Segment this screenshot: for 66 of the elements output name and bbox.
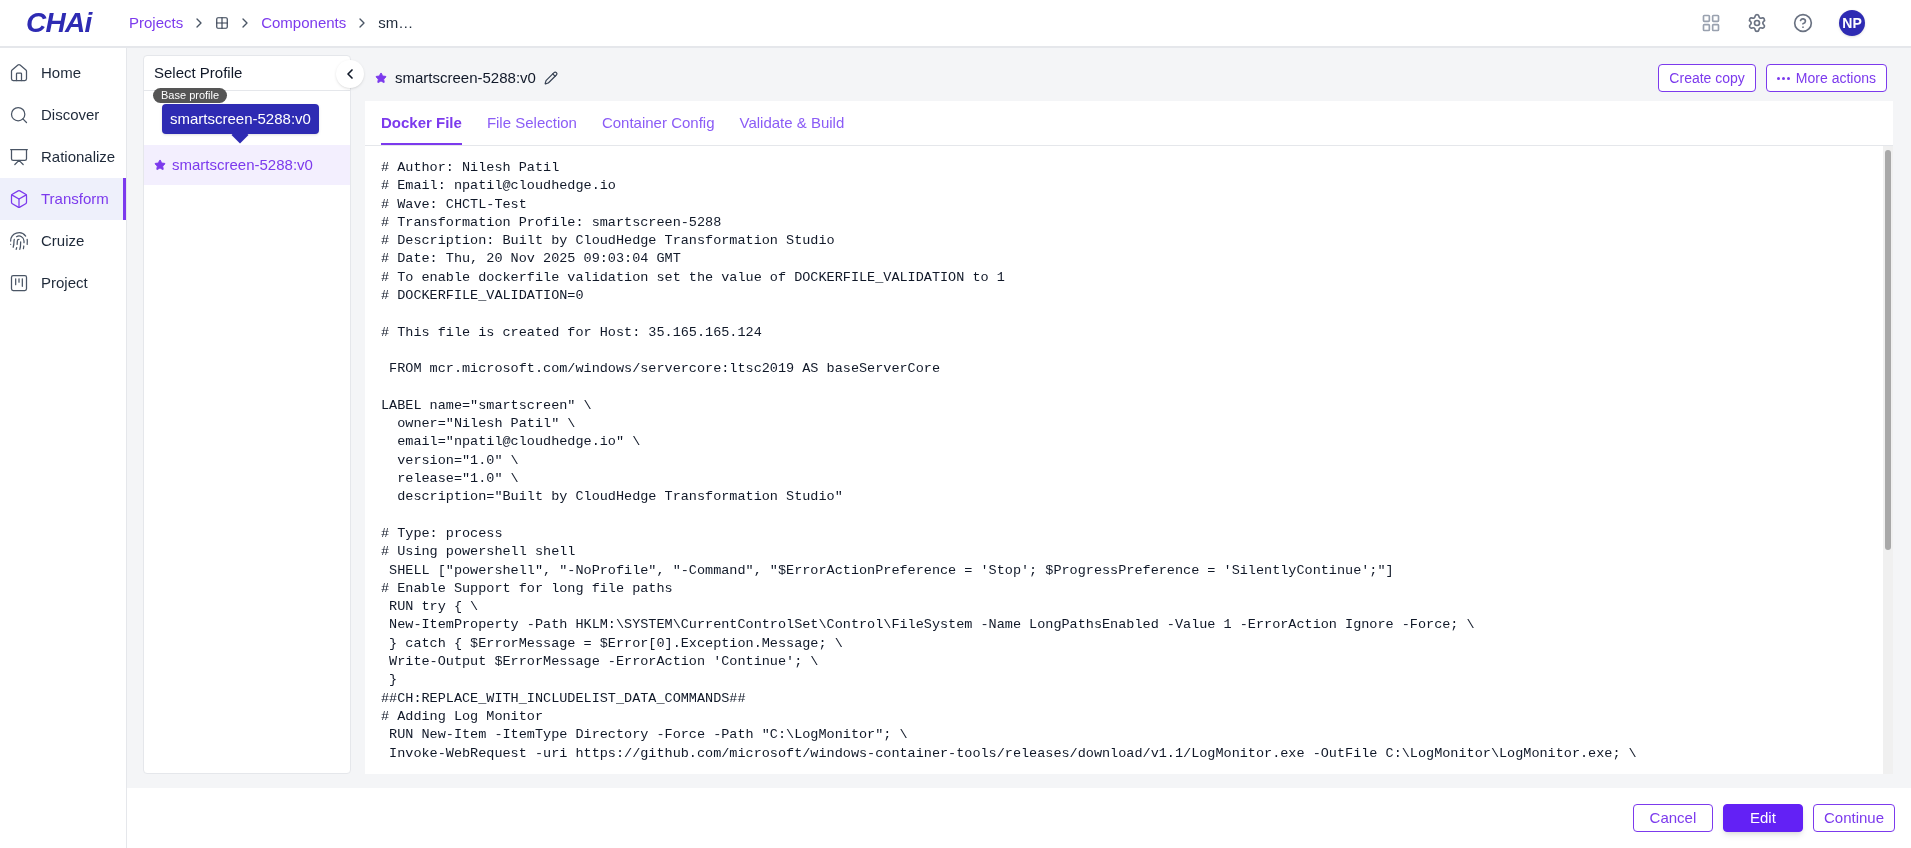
code-line: RUN New-Item -ItemType Directory -Force -Path "C:\LogMonitor"; \ [388,726,908,745]
nav-item[interactable]: Project [0,262,126,304]
footer-button[interactable]: Cancel [1632,804,1713,832]
collapse-button[interactable] [336,60,364,88]
board-icon [9,273,29,293]
create-copy-button[interactable]: Create copy [1658,64,1756,92]
code-line: ##CH:REPLACE_WITH_INCLUDELIST_DATA_COMMANDS## [381,689,746,708]
code-line: # To enable dockerfile validation set the value of DOCKERFILE_VALIDATION to 1 [381,268,1005,287]
nav-item[interactable]: Home [0,52,126,94]
code-line: version="1.0" \ [396,451,519,470]
code-line: } catch { $ErrorMessage = $Error[0].Exception.Message; \ [388,634,843,653]
fingerprint-icon [9,231,29,251]
code-line: email="npatil@cloudhedge.io" \ [396,433,641,452]
dots-icon [1776,76,1790,80]
tab[interactable]: File Selection [486,111,577,145]
code-line: # Type: process [381,524,503,543]
home-icon [9,63,29,83]
breadcrumb-link[interactable]: Components [261,11,347,35]
grid-icon[interactable] [215,16,230,30]
user-avatar[interactable]: NP [1839,10,1865,36]
code-line: # DOCKERFILE_VALIDATION=0 [381,287,584,306]
cube-icon [9,189,29,209]
presentation-icon [9,147,29,167]
apps-icon[interactable] [1701,13,1721,33]
code-line: # This file is created for Host: 35.165.165.124 [381,323,762,342]
footer-button[interactable]: Edit [1722,804,1803,832]
code-line: # Using powershell shell [381,543,576,562]
code-line: # Enable Support for long file paths [381,579,673,598]
more-actions-button[interactable]: More actions [1765,64,1887,92]
code-line: # Email: npatil@cloudhedge.io [381,177,616,196]
code-line: } [388,671,398,690]
code-line: description="Built by CloudHedge Transformation Studio" [396,488,843,507]
code-line: RUN try { \ [388,598,479,617]
code-line: # Description: Built by CloudHedge Transformation Studio [381,232,835,251]
code-line: # Adding Log Monitor [381,707,544,726]
logo[interactable]: CHAi [0,2,127,44]
code-line: FROM mcr.microsoft.com/windows/servercore:ltsc2019 AS baseServerCore [388,360,940,379]
tooltip: smartscreen-5288:v0 [162,104,319,134]
nav-item[interactable]: Transform [0,178,126,220]
edit-icon[interactable] [543,71,558,85]
code-line: owner="Nilesh Patil" \ [396,415,576,434]
footer-button[interactable]: Continue [1812,804,1895,832]
code-line: # Transformation Profile: smartscreen-5288 [381,213,722,232]
breadcrumb-current: sm… [378,12,414,33]
tab[interactable]: Container Config [601,111,715,145]
code-line: # Date: Thu, 20 Nov 2025 09:03:04 GMT [381,250,681,269]
nav-item[interactable]: Rationalize [0,136,126,178]
code-line: New-ItemProperty -Path HKLM:\SYSTEM\CurrentControlSet\Control\FileSystem -Name LongPathsEnabled -Value 1 -ErrorAction Ignore -Force; \ [388,616,1475,635]
breadcrumb-link[interactable]: Projects [129,11,184,35]
component-title: smartscreen-5288:v0 [395,67,536,88]
code-line: Write-Output $ErrorMessage -ErrorAction 'Continue'; \ [388,653,819,671]
code-line: Invoke-WebRequest -uri https://github.com/microsoft/windows-container-tools/releases/download/v1.1/LogMonitor.exe -OutFile C:\LogMonitor\LogMonitor.exe; \ [388,744,1637,763]
tab[interactable]: Validate & Build [739,111,845,145]
nav-item[interactable]: Cruize [0,220,126,262]
profile-item[interactable]: smartscreen-5288:v0 [144,145,350,185]
base-profile-badge: Base profile [153,88,228,103]
code-line: release="1.0" \ [396,470,519,489]
code-line: # Author: Nilesh Patil [381,159,560,177]
code-line: SHELL ["powershell", "-NoProfile", "-Command", "$ErrorActionPreference = 'Stop'; $ProgressPreference = 'SilentlyContinue';"] [388,561,1394,580]
search-icon [9,105,29,125]
nav-item[interactable]: Discover [0,94,126,136]
tab[interactable]: Docker File [381,111,462,145]
code-line: LABEL name="smartscreen" \ [381,396,592,415]
help-icon[interactable] [1793,13,1813,33]
code-line: # Wave: CHCTL-Test [381,195,527,214]
settings-icon[interactable] [1747,13,1767,33]
